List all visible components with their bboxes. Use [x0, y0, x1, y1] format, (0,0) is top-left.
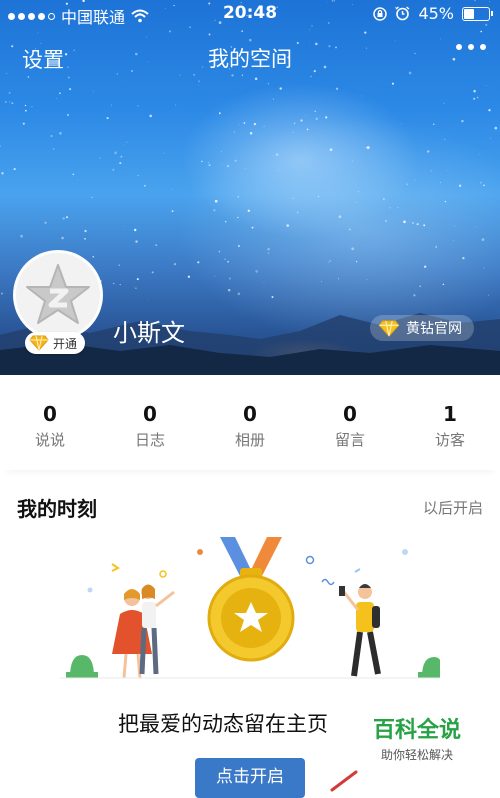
moments-description: 把最爱的动态留在主页 [118, 712, 328, 736]
nav-bar: 设置 我的空间 [0, 36, 500, 80]
watermark-title: 百科全说 [352, 712, 482, 744]
pen-icon [330, 770, 358, 792]
battery-level [464, 8, 474, 19]
qzone-star-avatar-icon [26, 264, 90, 324]
alarm-icon [396, 6, 410, 21]
vip-badge-label: 开通 [53, 336, 78, 351]
stat-label: 日志 [134, 431, 165, 449]
yellow-diamond-label: 黄钻官网 [406, 321, 462, 337]
diamond-icon [29, 335, 49, 351]
moments-title: 我的时刻 [17, 497, 97, 521]
cover-photo[interactable]: 中国联通 20:48 45% 设置 我的空间 开通 小斯文 黄钻官网 [0, 0, 500, 375]
status-bar: 中国联通 20:48 45% [0, 0, 500, 28]
stat-blog[interactable]: 0 日志 [100, 375, 200, 470]
battery-percent: 45% [418, 4, 454, 23]
more-dots-icon[interactable] [456, 44, 486, 50]
vip-open-badge[interactable]: 开通 [25, 332, 86, 354]
stat-album[interactable]: 0 相册 [200, 375, 300, 470]
avatar[interactable] [13, 250, 103, 340]
moments-header: 我的时刻 以后开启 [0, 485, 500, 525]
stat-count: 0 [343, 402, 357, 426]
stat-label: 相册 [234, 431, 265, 449]
stat-visitors[interactable]: 1 访客 [400, 375, 500, 470]
diamond-icon [378, 320, 400, 337]
stat-count: 0 [43, 402, 57, 426]
stat-label: 说说 [34, 431, 65, 449]
stat-count: 1 [443, 402, 457, 426]
stat-count: 0 [143, 402, 157, 426]
yellow-diamond-site-button[interactable]: 黄钻官网 [370, 315, 474, 341]
stat-label: 访客 [434, 431, 465, 449]
open-moments-button[interactable]: 点击开启 [195, 758, 305, 798]
username: 小斯文 [113, 319, 185, 347]
page-title: 我的空间 [208, 47, 292, 71]
stat-posts[interactable]: 0 说说 [0, 375, 100, 470]
orientation-lock-icon [373, 6, 388, 21]
stats-bar: 0 说说 0 日志 0 相册 0 留言 1 访客 [0, 375, 500, 470]
battery-icon [462, 6, 493, 21]
medal-with-people-illustration [60, 537, 440, 679]
watermark-subtitle: 助你轻松解决 [352, 746, 482, 763]
stat-label: 留言 [334, 431, 365, 449]
stat-count: 0 [243, 402, 257, 426]
enable-later-link[interactable]: 以后开启 [423, 497, 483, 518]
stat-messages[interactable]: 0 留言 [300, 375, 400, 470]
watermark: 百科全说 助你轻松解决 [352, 712, 482, 763]
